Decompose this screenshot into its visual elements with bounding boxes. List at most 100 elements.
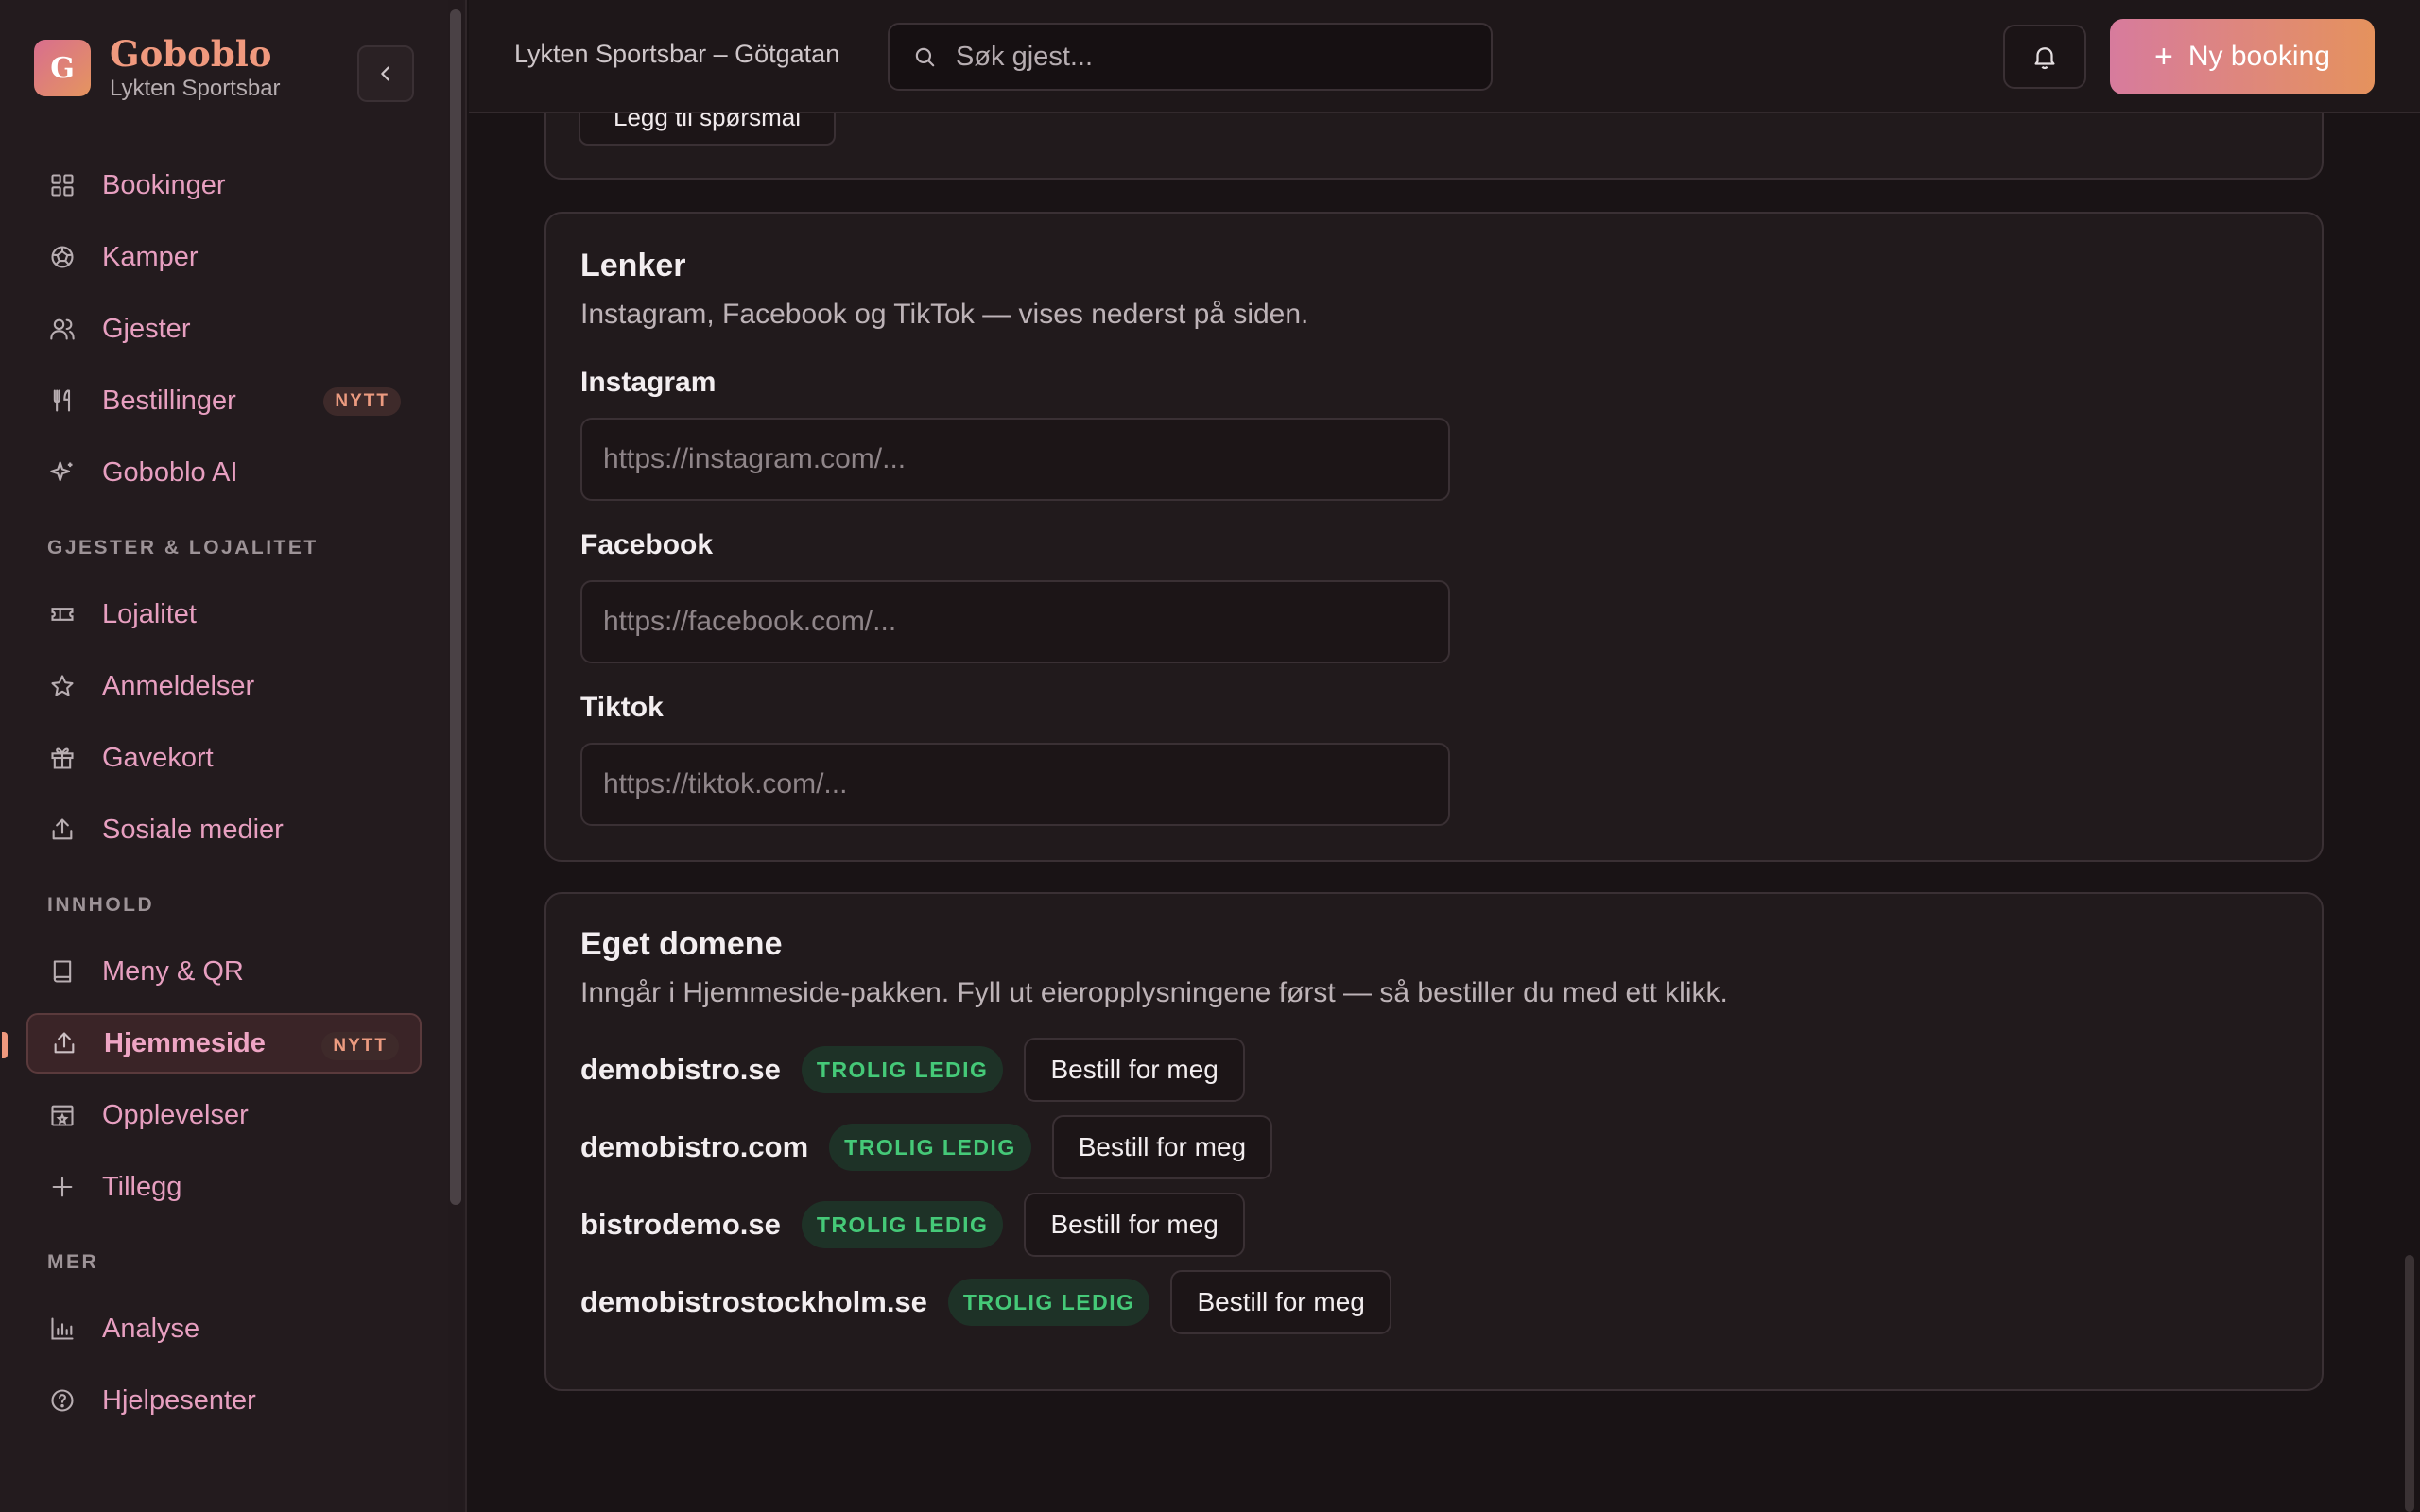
sidebar-item-sosiale-medier[interactable]: Sosiale medier	[26, 799, 422, 860]
calendar-icon	[47, 1100, 78, 1130]
top-bar: Lykten Sportsbar – Götgatan + Ny booking	[469, 0, 2420, 113]
sidebar-item-analyse[interactable]: Analyse	[26, 1298, 422, 1359]
sidebar-item-opplevelser[interactable]: Opplevelser	[26, 1085, 422, 1145]
order-domain-button[interactable]: Bestill for meg	[1024, 1038, 1245, 1102]
search-input[interactable]	[956, 41, 1485, 73]
sidebar-item-label: Gjester	[102, 313, 191, 344]
domain-name: bistrodemo.se	[580, 1208, 781, 1241]
sidebar: G Goboblo Lykten Sportsbar Bookinger Kam…	[0, 0, 467, 1512]
sidebar-item-label: Analyse	[102, 1313, 200, 1344]
bar-chart-icon	[47, 1314, 78, 1344]
ticket-icon	[47, 599, 78, 629]
sidebar-item-label: Goboblo AI	[102, 456, 238, 488]
sidebar-item-label: Bestillinger	[102, 385, 236, 416]
chevron-left-icon	[381, 66, 389, 81]
share-icon	[47, 815, 78, 845]
sidebar-item-bookinger[interactable]: Bookinger	[26, 155, 422, 215]
add-question-button[interactable]: Legg til spørsmål	[579, 113, 836, 146]
sidebar-item-label: Hjelpesenter	[102, 1384, 256, 1416]
sidebar-item-tillegg[interactable]: Tillegg	[26, 1157, 422, 1217]
availability-badge: TROLIG LEDIG	[801, 1201, 1004, 1248]
sidebar-item-gavekort[interactable]: Gavekort	[26, 728, 422, 788]
sidebar-item-bestillinger[interactable]: Bestillinger NYTT	[26, 370, 422, 431]
sidebar-item-label: Anmeldelser	[102, 670, 255, 701]
sidebar-item-label: Lojalitet	[102, 598, 197, 629]
sidebar-item-hjelpesenter[interactable]: Hjelpesenter	[26, 1370, 422, 1431]
domain-name: demobistro.com	[580, 1130, 809, 1163]
questions-card: Legg til spørsmål	[544, 113, 2324, 180]
instagram-field[interactable]	[580, 418, 1450, 501]
collapse-sidebar-button[interactable]	[357, 45, 414, 102]
sidebar-item-label: Tillegg	[102, 1171, 182, 1202]
active-indicator	[2, 1032, 8, 1058]
upload-icon	[49, 1028, 79, 1058]
main-scrollbar[interactable]	[2405, 1255, 2414, 1512]
domain-description: Inngår i Hjemmeside‑pakken. Fyll ut eier…	[580, 977, 1728, 1008]
section-title-content: INNHOLD	[47, 894, 155, 916]
star-icon	[47, 671, 78, 701]
links-card: Lenker Instagram, Facebook og TikTok — v…	[544, 212, 2324, 862]
sidebar-item-gjester[interactable]: Gjester	[26, 299, 422, 359]
book-icon	[47, 956, 78, 987]
availability-badge: TROLIG LEDIG	[947, 1279, 1150, 1326]
sidebar-item-lojalitet[interactable]: Lojalitet	[26, 584, 422, 644]
sidebar-item-label: Kamper	[102, 241, 199, 272]
new-badge: NYTT	[323, 387, 401, 416]
order-domain-button[interactable]: Bestill for meg	[1051, 1115, 1273, 1179]
sidebar-item-anmeldelser[interactable]: Anmeldelser	[26, 656, 422, 716]
sidebar-item-goboblo-ai[interactable]: Goboblo AI	[26, 442, 422, 503]
domain-name: demobistrostockholm.se	[580, 1285, 927, 1318]
sidebar-item-label: Gavekort	[102, 742, 214, 773]
utensils-icon	[47, 386, 78, 416]
help-circle-icon	[47, 1385, 78, 1416]
facebook-label: Facebook	[580, 529, 714, 560]
facebook-field[interactable]	[580, 580, 1450, 663]
gift-icon	[47, 743, 78, 773]
order-domain-button[interactable]: Bestill for meg	[1024, 1193, 1245, 1257]
sidebar-nav: Bookinger Kamper Gjester Bestillinger NY…	[2, 155, 422, 1442]
sidebar-item-meny-qr[interactable]: Meny & QR	[26, 941, 422, 1002]
plus-icon: +	[2154, 38, 2173, 75]
sparkles-icon	[47, 457, 78, 488]
custom-domain-card: Eget domene Inngår i Hjemmeside‑pakken. …	[544, 892, 2324, 1391]
sidebar-item-label: Bookinger	[102, 169, 226, 200]
users-icon	[47, 314, 78, 344]
brand[interactable]: G Goboblo Lykten Sportsbar	[34, 34, 281, 102]
main-content: Legg til spørsmål Lenker Instagram, Face…	[469, 113, 2420, 1512]
sidebar-scrollbar[interactable]	[450, 9, 461, 1205]
brand-logo: G	[34, 40, 91, 96]
notifications-button[interactable]	[2003, 25, 2086, 89]
football-icon	[47, 242, 78, 272]
links-title: Lenker	[580, 248, 686, 284]
tiktok-label: Tiktok	[580, 692, 664, 723]
domain-name: demobistro.se	[580, 1053, 781, 1086]
links-description: Instagram, Facebook og TikTok — vises ne…	[580, 299, 1309, 330]
section-title-loyalty: GJESTER & LOJALITET	[47, 537, 319, 558]
new-booking-label: Ny booking	[2187, 41, 2330, 72]
venue-title: Lykten Sportsbar – Götgatan	[514, 40, 840, 68]
plus-icon	[47, 1172, 78, 1202]
new-booking-button[interactable]: + Ny booking	[2110, 19, 2375, 94]
sidebar-item-hjemmeside[interactable]: Hjemmeside NYTT	[2, 1013, 422, 1074]
sidebar-item-kamper[interactable]: Kamper	[26, 227, 422, 287]
availability-badge: TROLIG LEDIG	[829, 1124, 1031, 1171]
grid-icon	[47, 170, 78, 200]
order-domain-button[interactable]: Bestill for meg	[1170, 1270, 1392, 1334]
domain-title: Eget domene	[580, 926, 783, 962]
domain-row: demobistro.se TROLIG LEDIG Bestill for m…	[580, 1038, 1245, 1102]
sidebar-item-label: Opplevelser	[102, 1099, 249, 1130]
availability-badge: TROLIG LEDIG	[801, 1046, 1004, 1093]
domain-row: demobistrostockholm.se TROLIG LEDIG Best…	[580, 1270, 1392, 1334]
guest-search[interactable]	[888, 23, 1493, 91]
brand-venue: Lykten Sportsbar	[110, 76, 281, 101]
instagram-label: Instagram	[580, 367, 717, 398]
sidebar-item-label: Hjemmeside	[104, 1027, 266, 1058]
sidebar-item-label: Sosiale medier	[102, 814, 284, 845]
brand-name: Goboblo	[110, 33, 272, 75]
domain-row: bistrodemo.se TROLIG LEDIG Bestill for m…	[580, 1193, 1245, 1257]
sidebar-item-label: Meny & QR	[102, 955, 244, 987]
tiktok-field[interactable]	[580, 743, 1450, 826]
section-title-more: MER	[47, 1251, 99, 1273]
new-badge: NYTT	[321, 1032, 399, 1060]
bell-icon	[2034, 47, 2055, 70]
